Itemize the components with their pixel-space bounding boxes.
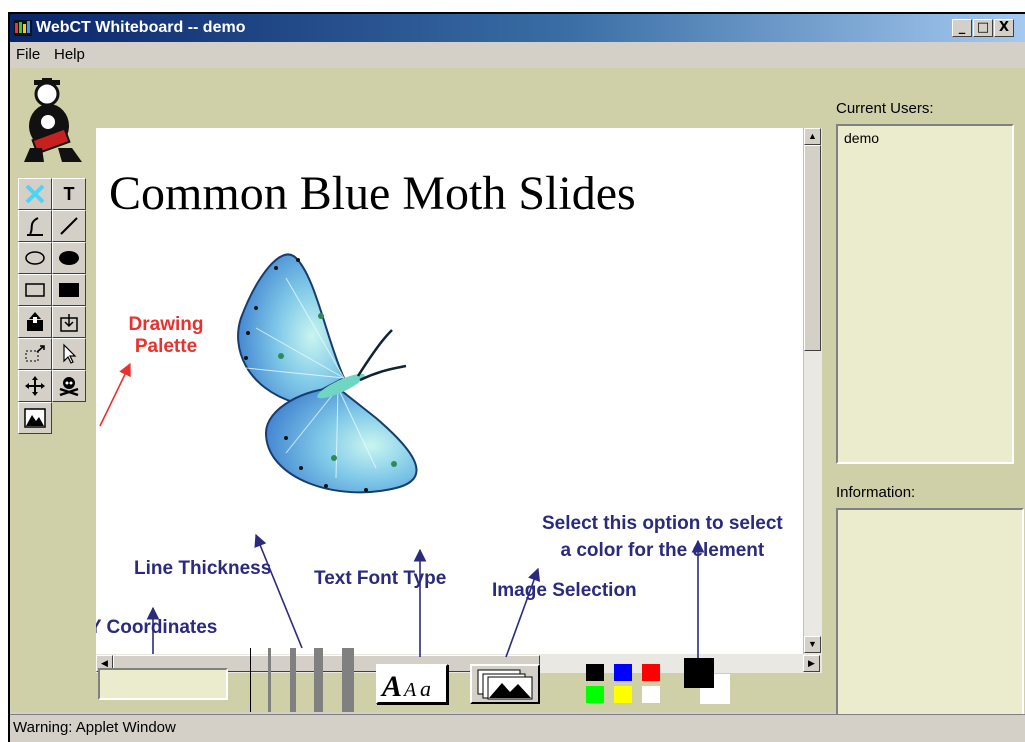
current-users-list[interactable]: demo (836, 124, 1014, 464)
clear-tool-button[interactable] (18, 178, 52, 210)
rectangle-filled-icon (59, 283, 79, 297)
upload-tool-button[interactable] (18, 306, 52, 338)
app-icon (14, 20, 32, 36)
color-swatch-green[interactable] (586, 686, 604, 703)
applet-pane: T Common Blue Moth Slides Drawing Palett… (10, 68, 1025, 718)
line-thickness-selector (250, 648, 358, 712)
font-type-button[interactable]: A A a (376, 664, 448, 704)
download-icon (60, 314, 78, 332)
minimize-button[interactable]: _ (952, 19, 972, 37)
freehand-pen-icon (27, 217, 43, 236)
filled-rectangle-tool-button[interactable] (52, 274, 86, 306)
line-icon (60, 217, 78, 235)
vertical-scroll-thumb[interactable] (804, 145, 821, 351)
text-tool-label: T (63, 184, 75, 204)
status-bar: Warning: Applet Window (10, 714, 1025, 742)
ellipse-tool-button[interactable] (18, 242, 52, 274)
status-text: Warning: Applet Window (13, 719, 176, 736)
foreground-color-swatch[interactable] (684, 658, 714, 688)
menu-file[interactable]: File (16, 46, 40, 63)
skull-crossbones-icon (59, 377, 79, 397)
image-mountain-icon (24, 408, 46, 428)
svg-text:A: A (402, 679, 417, 701)
menu-help[interactable]: Help (54, 46, 85, 63)
resize-tool-button[interactable] (18, 338, 52, 370)
ellipse-outline-icon (25, 251, 45, 265)
line-thickness-4[interactable] (314, 648, 323, 712)
delete-tool-button[interactable] (52, 370, 86, 402)
move-arrows-icon (25, 376, 45, 396)
color-swatch-yellow[interactable] (614, 686, 632, 703)
information-label: Information: (836, 484, 916, 501)
resize-icon (25, 345, 45, 362)
line-tool-button[interactable] (52, 210, 86, 242)
font-type-aaa-icon: A A a (380, 670, 431, 703)
user-list-item[interactable]: demo (844, 130, 879, 146)
svg-text:A: A (380, 670, 402, 702)
close-button[interactable]: X (994, 19, 1014, 37)
image-stack-icon (477, 669, 533, 700)
window-title: WebCT Whiteboard -- demo (36, 19, 246, 36)
color-swatch-red[interactable] (642, 664, 660, 681)
color-swatch-black[interactable] (586, 664, 604, 681)
rectangle-outline-icon (25, 283, 45, 297)
image-selection-button[interactable] (470, 664, 540, 704)
text-tool-button[interactable]: T (52, 178, 86, 210)
color-swatch-white[interactable] (642, 686, 660, 703)
freehand-tool-button[interactable] (18, 210, 52, 242)
pointer-arrow-icon (63, 343, 77, 364)
drawing-palette-arrow (99, 362, 131, 427)
select-tool-button[interactable] (52, 338, 86, 370)
rectangle-tool-button[interactable] (18, 274, 52, 306)
line-thickness-2[interactable] (268, 648, 271, 712)
xy-coordinates-field (98, 668, 228, 700)
line-thickness-3[interactable] (290, 648, 296, 712)
color-swatch-grid (586, 664, 666, 706)
clear-x-icon (25, 184, 45, 204)
upload-icon (27, 312, 43, 331)
download-tool-button[interactable] (52, 306, 86, 338)
image-tool-button[interactable] (18, 402, 52, 434)
move-tool-button[interactable] (18, 370, 52, 402)
maximize-button[interactable]: □ (973, 19, 993, 37)
applet-window: WebCT Whiteboard -- demo _ □ X File Help… (8, 12, 1025, 742)
line-thickness-5[interactable] (342, 648, 354, 712)
scroll-up-arrow-icon[interactable]: ▲ (804, 128, 821, 145)
color-selector[interactable] (684, 658, 734, 708)
title-bar: WebCT Whiteboard -- demo _ □ X (10, 14, 1025, 42)
current-users-label: Current Users: (836, 100, 934, 117)
ellipse-filled-icon (59, 251, 79, 265)
svg-text:a: a (420, 676, 431, 701)
color-swatch-blue[interactable] (614, 664, 632, 681)
information-panel (836, 508, 1024, 718)
filled-ellipse-tool-button[interactable] (52, 242, 86, 274)
menu-bar: File Help (10, 42, 1025, 68)
line-thickness-1[interactable] (250, 648, 251, 712)
webct-mascot-logo (24, 78, 82, 162)
